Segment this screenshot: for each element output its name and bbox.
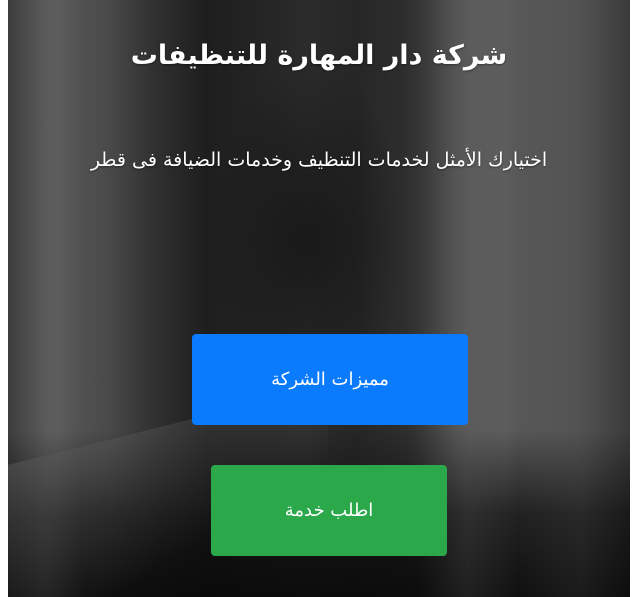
company-title: شركة دار المهارة للتنظيفات xyxy=(130,40,508,71)
request-service-button[interactable]: اطلب خدمة xyxy=(211,465,447,556)
company-features-button[interactable]: مميزات الشركة xyxy=(192,334,468,425)
hero-section: شركة دار المهارة للتنظيفات اختيارك الأمث… xyxy=(8,0,630,597)
company-tagline: اختيارك الأمثل لخدمات التنظيف وخدمات الض… xyxy=(90,149,548,171)
